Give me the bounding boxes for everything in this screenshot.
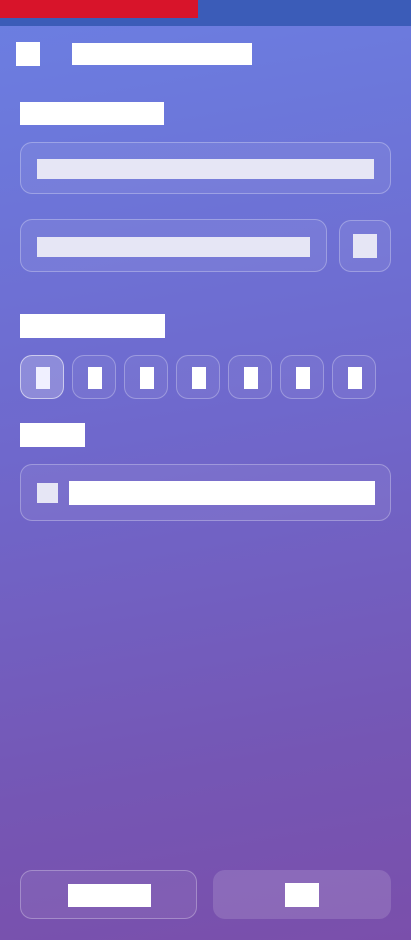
checkbox[interactable] xyxy=(37,483,58,503)
day-chip-label xyxy=(88,367,102,389)
day-chip[interactable] xyxy=(20,355,64,399)
field-2-input[interactable] xyxy=(20,219,327,272)
day-chip[interactable] xyxy=(280,355,324,399)
back-icon[interactable] xyxy=(16,42,40,66)
option-text xyxy=(69,481,375,505)
day-chip[interactable] xyxy=(124,355,168,399)
field-1-label xyxy=(20,102,164,125)
alert-strip xyxy=(0,0,198,18)
day-chip-label xyxy=(36,367,50,389)
primary-button-label xyxy=(285,883,319,907)
day-chip[interactable] xyxy=(332,355,376,399)
day-selector xyxy=(20,355,380,399)
secondary-button-label xyxy=(68,884,151,907)
field-2-action-button[interactable] xyxy=(339,220,391,272)
primary-button[interactable] xyxy=(213,870,391,919)
day-chip[interactable] xyxy=(72,355,116,399)
day-chip-label xyxy=(140,367,154,389)
day-chip-label xyxy=(296,367,310,389)
option-row[interactable] xyxy=(20,464,391,521)
day-selector-label xyxy=(20,314,165,338)
field-2-value xyxy=(37,237,310,257)
day-chip-label xyxy=(348,367,362,389)
secondary-button[interactable] xyxy=(20,870,197,919)
page-title xyxy=(72,43,252,65)
option-section-label xyxy=(20,423,85,447)
picker-icon xyxy=(353,234,377,258)
field-1-input[interactable] xyxy=(20,142,391,194)
day-chip[interactable] xyxy=(228,355,272,399)
day-chip-label xyxy=(244,367,258,389)
field-1-value xyxy=(37,159,374,179)
day-chip-label xyxy=(192,367,206,389)
day-chip[interactable] xyxy=(176,355,220,399)
